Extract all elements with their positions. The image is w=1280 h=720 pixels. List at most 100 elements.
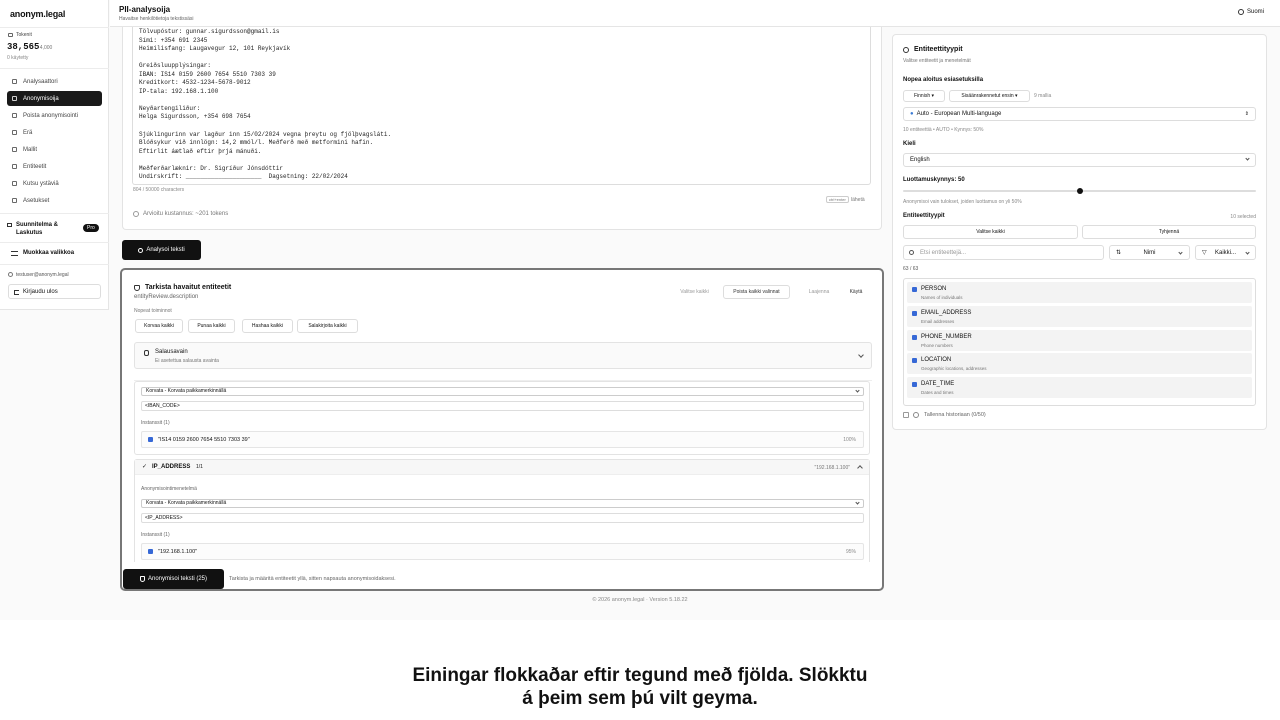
entity-type-item[interactable]: DATE_TIME Dates and times: [907, 377, 1252, 399]
globe-icon: [1237, 9, 1244, 15]
instance-value: "IS14 0159 2600 7654 5510 7303 39": [158, 437, 250, 443]
text-editor[interactable]: Tölvupóstur: gunnar.sigurdsson@gmail.is S…: [132, 27, 871, 185]
entity-name: IP_ADDRESS: [152, 464, 191, 470]
preset-builtin-select[interactable]: Sisäänrakennetut ensin ▾: [949, 90, 1030, 102]
method-select[interactable]: Korvata - Korvata paikkamerkinnällä: [141, 387, 864, 396]
preset-language-value: Finnish: [913, 93, 931, 99]
replace-all-button[interactable]: Korvaa kaikki: [135, 319, 183, 333]
preset-language-select[interactable]: Finnish ▾: [903, 90, 945, 102]
anonymize-button[interactable]: Anonymisoi teksti (25): [123, 569, 224, 589]
language-select[interactable]: English: [903, 153, 1256, 167]
logout-button[interactable]: Kirjaudu ulos: [8, 284, 101, 299]
checkbox[interactable]: [912, 382, 917, 388]
replacement-input[interactable]: <IBAN_CODE>: [141, 401, 864, 411]
nav-item-deanonymize[interactable]: Poista anonymisointi: [7, 108, 102, 123]
checkbox[interactable]: [912, 334, 917, 340]
types-label: Entiteettityypit: [903, 213, 945, 219]
nav-item-entities[interactable]: Entiteetit: [7, 159, 102, 174]
entity-type-list[interactable]: PERSON Names of individuals EMAIL_ADDRESS E…: [903, 278, 1256, 406]
language-label: Suomi: [1246, 9, 1264, 15]
tokens-used: 0 käytetty: [7, 55, 29, 61]
checkbox[interactable]: [148, 437, 153, 442]
nav-item-analyzer[interactable]: Analysaattori: [7, 74, 102, 89]
hash-all-button[interactable]: Hashaa kaikki: [242, 319, 293, 333]
editor-line: IP-tala: 192.168.1.100: [139, 87, 219, 95]
editor-line: Kreditkort: 4532-1234-5678-9012: [139, 79, 251, 87]
language-switcher[interactable]: Suomi: [1237, 9, 1264, 15]
entity-type-item[interactable]: PERSON Names of individuals: [907, 282, 1252, 303]
expand-button[interactable]: Laajenna: [800, 285, 838, 299]
editor-line: Sími: +354 691 2345: [139, 36, 208, 44]
threshold-label: Luottamuskynnys: 50: [903, 177, 965, 183]
template-icon: [12, 147, 17, 152]
nav-item-batch[interactable]: Erä: [7, 125, 102, 140]
entity-type-desc: Geographic locations, addresses: [921, 366, 987, 372]
replacement-input[interactable]: <IP_ADDRESS>: [141, 513, 864, 523]
editor-line: Helga Sigurdsson, +354 698 7654: [139, 113, 251, 121]
preset-select[interactable]: ● Auto - European Multi-language ⇕: [903, 107, 1256, 121]
entity-type-desc: Dates and times: [921, 390, 954, 396]
quick-start-label: Nopea aloitus esiasetuksilla: [903, 77, 984, 83]
anonymize-label: Anonymisoi teksti (25): [147, 576, 208, 582]
select-all-button[interactable]: Valitse kaikki: [671, 285, 718, 299]
edit-menu-button[interactable]: Muokkaa valikkoa: [23, 250, 74, 256]
brand-logo[interactable]: anonym.legal: [10, 9, 65, 19]
entity-types-panel: Entiteettityypit Valitse entiteetit ja m…: [892, 34, 1267, 430]
shield-icon: [134, 285, 140, 291]
entity-type-item[interactable]: EMAIL_ADDRESS Email addresses: [907, 305, 1252, 327]
method-select[interactable]: Korvata - Korvata paikkamerkinnällä: [141, 499, 864, 508]
entity-header[interactable]: ✓ IP_ADDRESS 1/1 "192.168.1.100": [135, 460, 869, 475]
menu-icon: [11, 251, 18, 256]
plan-billing-link[interactable]: Suunnitelma & Laskutus: [16, 221, 76, 237]
collapse-button[interactable]: Käytä: [841, 285, 871, 299]
checkbox[interactable]: [912, 310, 917, 316]
checkbox[interactable]: [148, 549, 153, 554]
filter-select[interactable]: ▽ Kaikki...: [1195, 245, 1256, 260]
nav-item-templates[interactable]: Mallit: [7, 142, 102, 157]
caption: Einingar flokkaðar eftir tegund með fjöl…: [0, 664, 1280, 710]
checkbox[interactable]: [912, 358, 917, 364]
page-title: PII-analysoija: [119, 5, 171, 14]
chevron-down-icon: [1245, 156, 1250, 161]
editor-line: Eftirlit áætlað eftir þrjá mánuði.: [139, 147, 262, 155]
save-history-checkbox[interactable]: [903, 412, 909, 418]
editor-line: Blóðsykur við innlögn: 14,2 mmól/l. Meðf…: [139, 139, 374, 147]
footer: © 2026 anonym.legal · Version 5.18.22: [592, 597, 688, 603]
instance-row[interactable]: "IS14 0159 2600 7654 5510 7303 39" 100%: [141, 431, 864, 448]
shield-icon: [12, 96, 17, 101]
sort-select[interactable]: ⇅ Nimi: [1109, 245, 1190, 260]
divider: [0, 242, 109, 243]
deselect-all-button[interactable]: Poista kaikki valinnat: [723, 285, 790, 299]
quick-action-label: Hashaa kaikki: [251, 323, 284, 329]
redact-all-button[interactable]: Punaa kaikki: [188, 319, 235, 333]
slider-thumb[interactable]: [1076, 188, 1083, 194]
method-label: Anonymisointimenetelmä: [141, 486, 197, 492]
gear-icon: [903, 47, 909, 53]
instance-row[interactable]: "192.168.1.100" 95%: [141, 543, 864, 560]
analyze-button[interactable]: Analysoi teksti: [122, 240, 201, 260]
divider: [0, 213, 109, 214]
language-label: Kieli: [903, 141, 916, 147]
review-title: Tarkista havaitut entiteetit: [145, 284, 232, 291]
logout-icon: [14, 290, 19, 295]
checkbox[interactable]: [912, 287, 917, 292]
clear-types-button[interactable]: Tyhjennä: [1082, 225, 1256, 239]
encrypt-all-button[interactable]: Salakirjoita kaikki: [297, 319, 358, 333]
entity-list[interactable]: Korvata - Korvata paikkamerkinnällä <IBA…: [134, 380, 872, 562]
language-value: English: [910, 157, 930, 163]
logout-label: Kirjaudu ulos: [23, 288, 58, 295]
nav-item-anonymizer[interactable]: Anonymisoija: [7, 91, 102, 106]
encryption-key-section[interactable]: Salausavain Ei asetettua salausta avaint…: [134, 342, 872, 369]
threshold-slider[interactable]: [903, 188, 1256, 194]
shield-icon: [139, 576, 145, 582]
select-all-types-button[interactable]: Valitse kaikki: [903, 225, 1078, 239]
nav-item-invite[interactable]: Kutsu ystäviä: [7, 176, 102, 191]
entity-search-input[interactable]: Etsi entiteettejä...: [903, 245, 1104, 260]
panel-title: Entiteettityypit: [914, 46, 963, 53]
check-icon: ✓: [142, 464, 148, 470]
entity-type-item[interactable]: PHONE_NUMBER Phone numbers: [907, 329, 1252, 351]
nav-item-settings[interactable]: Asetukset: [7, 193, 102, 208]
entity-type-item[interactable]: LOCATION Geographic locations, addresses: [907, 353, 1252, 375]
